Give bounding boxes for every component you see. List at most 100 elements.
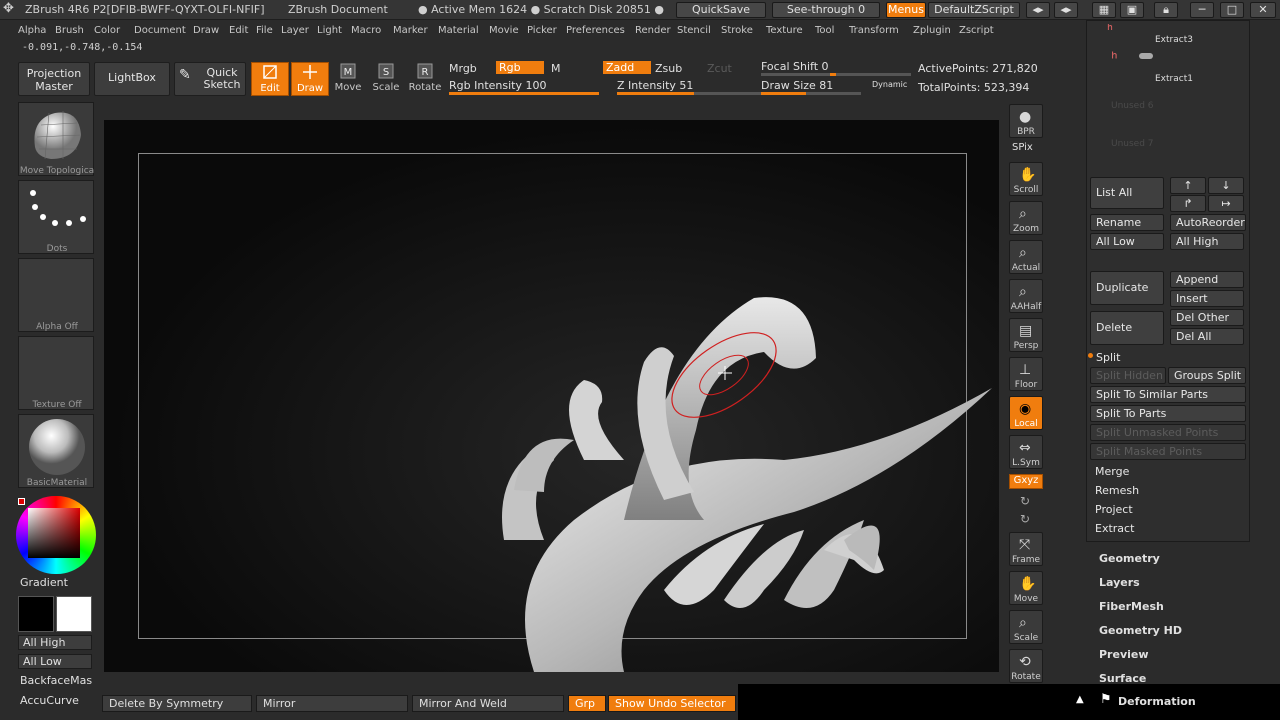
rotate-y-icon[interactable]: ↻ bbox=[1020, 494, 1030, 508]
menu-marker[interactable]: Marker bbox=[393, 25, 428, 36]
ornament-sculpt[interactable] bbox=[104, 120, 999, 672]
rotate-button[interactable]: R Rotate bbox=[406, 62, 444, 96]
dynamic-toggle[interactable]: Dynamic bbox=[872, 80, 907, 89]
menu-document[interactable]: Document bbox=[134, 25, 186, 36]
layout-icon[interactable]: ▦ bbox=[1092, 2, 1116, 18]
z-intensity-track[interactable] bbox=[617, 92, 767, 95]
remesh-section[interactable]: Remesh bbox=[1095, 484, 1139, 497]
subtool-extract3-label[interactable]: Extract3 bbox=[1155, 35, 1193, 45]
split-masked-points-button[interactable]: Split Masked Points bbox=[1090, 443, 1246, 460]
edit-button[interactable]: Edit bbox=[251, 62, 289, 96]
menu-transform[interactable]: Transform bbox=[849, 25, 899, 36]
menu-render[interactable]: Render bbox=[635, 25, 671, 36]
brush-thumbnail[interactable]: Move Topologica bbox=[18, 102, 94, 176]
menu-tool[interactable]: Tool bbox=[815, 25, 834, 36]
subtool-unused6[interactable]: Unused 6 bbox=[1111, 101, 1154, 111]
all-low-button[interactable]: All Low bbox=[18, 654, 92, 669]
menu-file[interactable]: File bbox=[256, 25, 273, 36]
menu-zplugin[interactable]: Zplugin bbox=[913, 25, 951, 36]
see-through-slider[interactable]: See-through 0 bbox=[772, 2, 880, 18]
draw-size-slider[interactable]: Draw Size 81 bbox=[761, 79, 833, 92]
local-button[interactable]: ◉ Local bbox=[1009, 396, 1043, 430]
del-all-button[interactable]: Del All bbox=[1170, 328, 1244, 345]
menus-button[interactable]: Menus bbox=[886, 2, 926, 18]
actual-button[interactable]: ⌕ Actual bbox=[1009, 240, 1043, 274]
xyz-button[interactable]: Gxyz bbox=[1009, 474, 1043, 489]
menu-preferences[interactable]: Preferences bbox=[566, 25, 625, 36]
menu-stroke[interactable]: Stroke bbox=[721, 25, 753, 36]
autoreorder-button[interactable]: AutoReorder bbox=[1170, 214, 1246, 231]
split-hidden-button[interactable]: Split Hidden bbox=[1090, 367, 1166, 384]
secondary-color-swatch[interactable] bbox=[56, 596, 92, 632]
select-up-icon[interactable]: ↱ bbox=[1170, 195, 1206, 212]
all-low-subtool-button[interactable]: All Low bbox=[1090, 233, 1164, 250]
delete-by-symmetry-button[interactable]: Delete By Symmetry bbox=[102, 695, 252, 712]
tray-up-icon[interactable]: ▲ bbox=[1076, 694, 1084, 705]
fibermesh-section[interactable]: FiberMesh bbox=[1099, 600, 1164, 613]
select-down-icon[interactable]: ↦ bbox=[1208, 195, 1244, 212]
menu-draw[interactable]: Draw bbox=[193, 25, 219, 36]
layout2-icon[interactable]: ▣ bbox=[1120, 2, 1144, 18]
split-to-similar-parts-button[interactable]: Split To Similar Parts bbox=[1090, 386, 1246, 403]
move-view-button[interactable]: ✋ Move bbox=[1009, 571, 1043, 605]
scroll-left-icon[interactable]: ◂▸ bbox=[1026, 2, 1050, 18]
menu-movie[interactable]: Movie bbox=[489, 25, 519, 36]
all-high-button[interactable]: All High bbox=[18, 635, 92, 650]
mirror-and-weld-button[interactable]: Mirror And Weld bbox=[412, 695, 564, 712]
focal-shift-slider[interactable]: Focal Shift 0 bbox=[761, 60, 829, 73]
minimize-icon[interactable]: ─ bbox=[1190, 2, 1214, 18]
append-button[interactable]: Append bbox=[1170, 271, 1244, 288]
split-unmasked-points-button[interactable]: Split Unmasked Points bbox=[1090, 424, 1246, 441]
grp-button[interactable]: Grp bbox=[568, 695, 606, 712]
floor-button[interactable]: ⊥ Floor bbox=[1009, 357, 1043, 391]
project-section[interactable]: Project bbox=[1095, 503, 1133, 516]
menu-color[interactable]: Color bbox=[94, 25, 120, 36]
spix-slider[interactable]: SPix bbox=[1012, 142, 1033, 153]
rgb-button[interactable]: Rgb bbox=[496, 61, 544, 74]
list-all-button[interactable]: List All bbox=[1090, 177, 1164, 209]
scale-view-button[interactable]: ⌕ Scale bbox=[1009, 610, 1043, 644]
accucurve-button[interactable]: AccuCurve bbox=[20, 694, 79, 707]
subtool-unused7[interactable]: Unused 7 bbox=[1111, 139, 1154, 149]
delete-button[interactable]: Delete bbox=[1090, 311, 1164, 345]
rotate-view-button[interactable]: ⟲ Rotate bbox=[1009, 649, 1043, 683]
show-undo-selector-button[interactable]: Show Undo Selector bbox=[608, 695, 736, 712]
geometry-section[interactable]: Geometry bbox=[1099, 552, 1160, 565]
menu-layer[interactable]: Layer bbox=[281, 25, 309, 36]
lsym-button[interactable]: ⇔ L.Sym bbox=[1009, 435, 1043, 469]
zadd-button[interactable]: Zadd bbox=[603, 61, 651, 74]
frame-button[interactable]: ⤧ Frame bbox=[1009, 532, 1043, 566]
focal-shift-track[interactable] bbox=[761, 73, 911, 76]
lock-icon[interactable]: 🔒︎ bbox=[1154, 2, 1178, 18]
del-other-button[interactable]: Del Other bbox=[1170, 309, 1244, 326]
scroll-right-icon[interactable]: ◂▸ bbox=[1054, 2, 1078, 18]
all-high-subtool-button[interactable]: All High bbox=[1170, 233, 1244, 250]
scroll-button[interactable]: ✋ Scroll bbox=[1009, 162, 1043, 196]
bpr-button[interactable]: ● BPR bbox=[1009, 104, 1043, 138]
menu-picker[interactable]: Picker bbox=[527, 25, 557, 36]
deformation-section[interactable]: Deformation bbox=[1118, 695, 1196, 708]
texture-thumbnail[interactable]: Texture Off bbox=[18, 336, 94, 410]
menu-macro[interactable]: Macro bbox=[351, 25, 381, 36]
maximize-icon[interactable]: □ bbox=[1220, 2, 1244, 18]
menu-stencil[interactable]: Stencil bbox=[677, 25, 711, 36]
layers-section[interactable]: Layers bbox=[1099, 576, 1140, 589]
menu-zscript[interactable]: Zscript bbox=[959, 25, 994, 36]
aahalf-button[interactable]: ⌕ AAHalf bbox=[1009, 279, 1043, 313]
draw-size-track[interactable] bbox=[761, 92, 861, 95]
zcut-button[interactable]: Zcut bbox=[707, 62, 732, 75]
lightbox-button[interactable]: LightBox bbox=[94, 62, 170, 96]
split-section[interactable]: Split bbox=[1096, 351, 1120, 364]
duplicate-button[interactable]: Duplicate bbox=[1090, 271, 1164, 305]
subtool-extract1-icon[interactable]: ᑋ bbox=[1111, 47, 1118, 71]
subtool-extract3-icon[interactable]: ᑋ bbox=[1107, 21, 1113, 42]
alpha-thumbnail[interactable]: Alpha Off bbox=[18, 258, 94, 332]
extract-section[interactable]: Extract bbox=[1095, 522, 1134, 535]
rgb-intensity-track[interactable] bbox=[449, 92, 599, 95]
quicksave-button[interactable]: QuickSave bbox=[676, 2, 766, 18]
groups-split-button[interactable]: Groups Split bbox=[1168, 367, 1246, 384]
backface-mask-button[interactable]: BackfaceMas bbox=[20, 674, 92, 687]
subtool-extract1-label[interactable]: Extract1 bbox=[1155, 74, 1193, 84]
persp-button[interactable]: ▤ Persp bbox=[1009, 318, 1043, 352]
gradient-label[interactable]: Gradient bbox=[20, 576, 68, 589]
